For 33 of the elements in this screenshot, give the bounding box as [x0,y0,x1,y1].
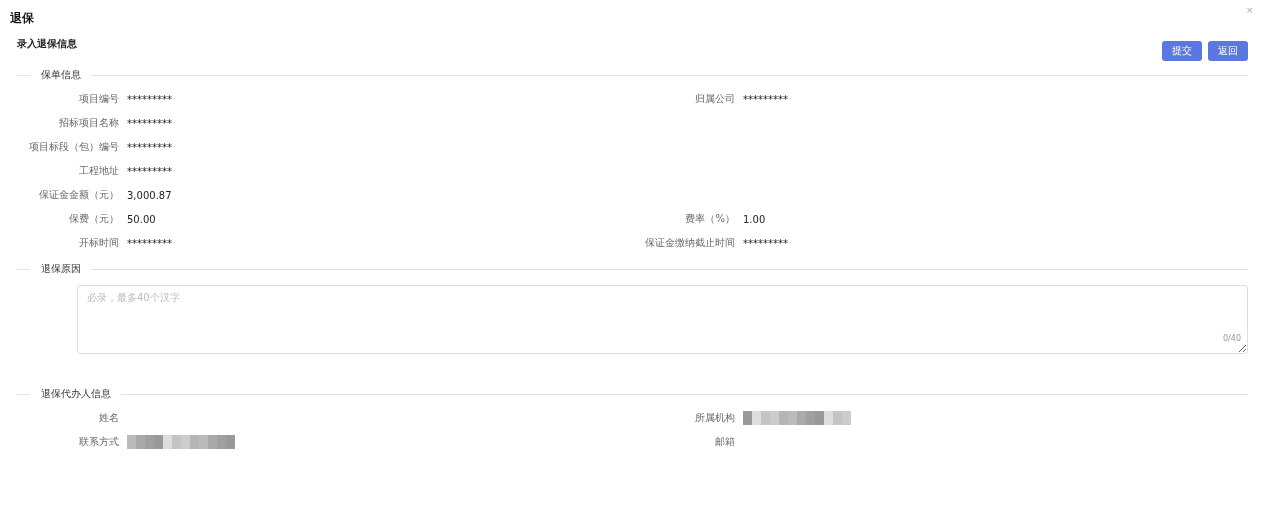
field-label: 费率（%） [684,212,735,226]
field-value: ********* [127,237,172,249]
field-value: ********* [127,165,172,177]
field-value: ********* [127,117,172,129]
back-button[interactable]: 返回 [1208,41,1248,61]
field-label: 姓名 [98,411,119,425]
field-value: 50.00 [127,213,156,225]
field-label: 开标时间 [78,236,119,250]
field-label: 招标项目名称 [58,116,119,130]
dialog-title: 退保 [10,10,34,27]
field-label: 归属公司 [694,92,735,106]
field-label: 保费（元） [68,212,119,226]
close-button[interactable]: × [1246,4,1253,16]
submit-button[interactable]: 提交 [1162,41,1202,61]
field-label: 邮箱 [714,435,735,449]
field-label: 保证金缴纳截止时间 [644,236,735,250]
field-value: ********* [127,93,172,105]
form-subtitle: 录入退保信息 [17,37,77,51]
field-label: 保证金金额（元） [38,188,119,202]
char-counter: 0/40 [1223,334,1241,343]
field-value: 3,000.87 [127,189,172,201]
field-label: 项目标段（包）编号 [28,140,119,154]
section-title: 退保代办人信息 [41,387,111,401]
section-title: 退保原因 [41,262,81,276]
field-label: 工程地址 [78,164,119,178]
field-value: ********* [743,237,788,249]
field-value: 1.00 [743,213,766,225]
field-value: ********* [743,93,788,105]
field-value: ********* [127,141,172,153]
field-label: 项目编号 [78,92,119,106]
field-label: 联系方式 [78,435,119,449]
field-label: 所属机构 [694,411,735,425]
section-title: 保单信息 [41,68,81,82]
